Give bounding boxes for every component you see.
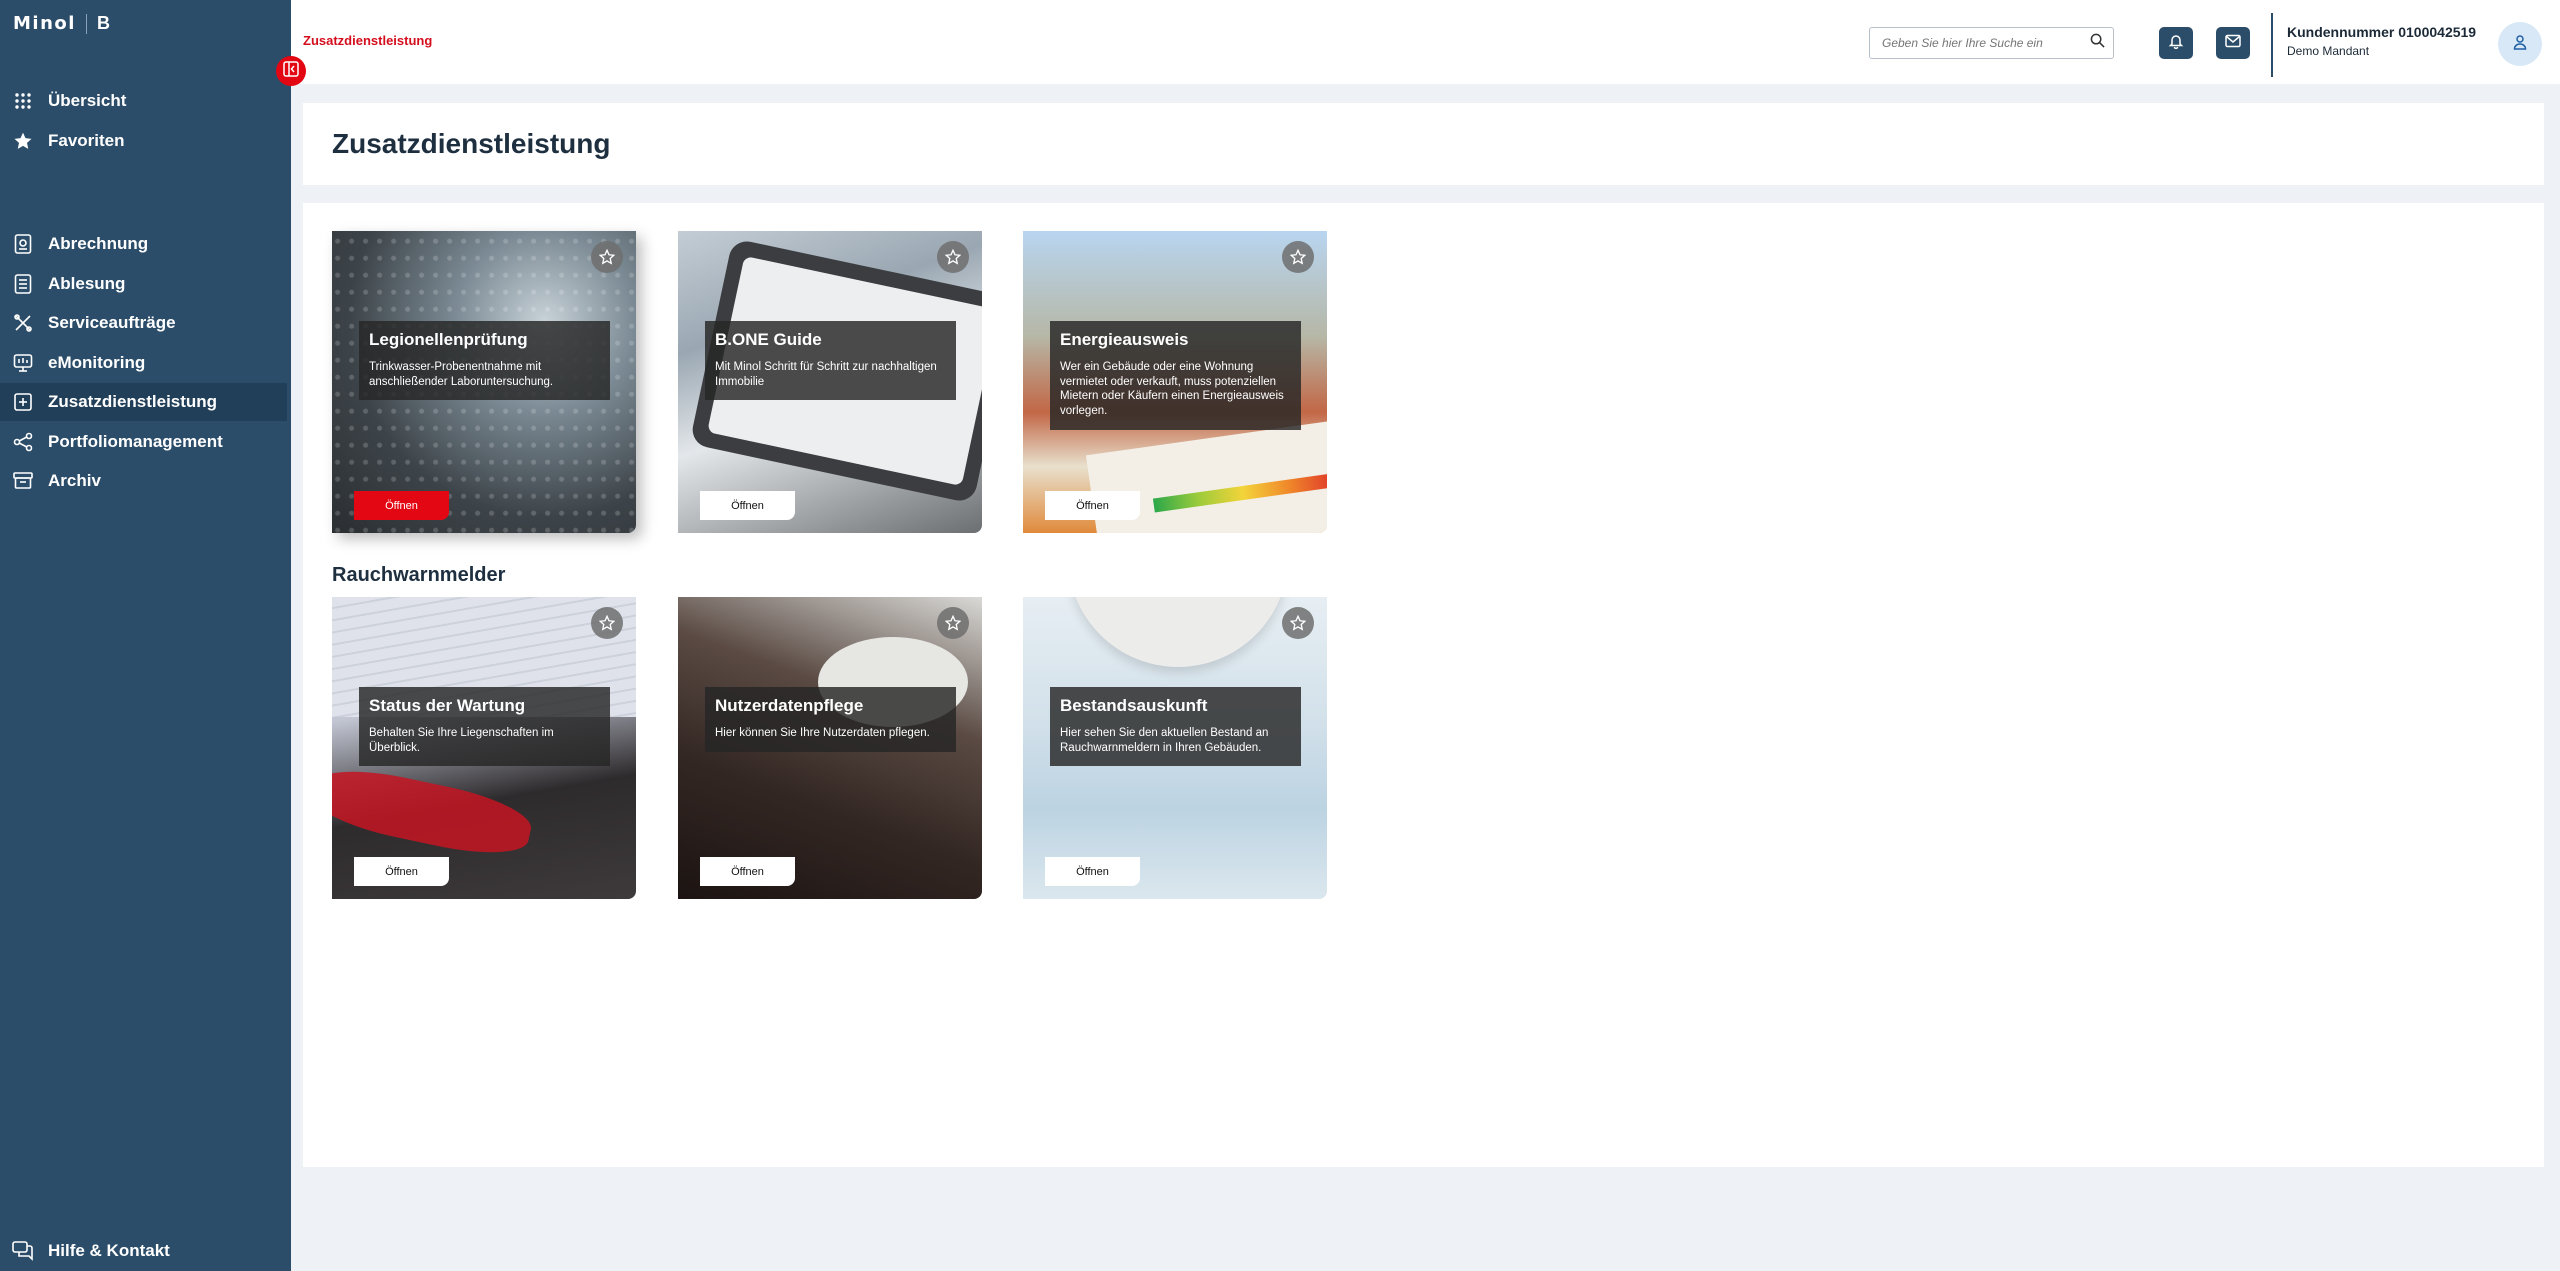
card-title: B.ONE Guide	[715, 330, 822, 349]
logo-text: Minol	[13, 13, 76, 34]
search-icon[interactable]	[2090, 33, 2105, 53]
help-contact-link[interactable]: Hilfe & Kontakt	[0, 1232, 287, 1270]
sidebar-item-label: eMonitoring	[48, 353, 146, 372]
sidebar-item-serviceauftraege[interactable]: Serviceaufträge	[0, 304, 287, 342]
service-card-status-der-wartung[interactable]: Status der Wartung Behalten Sie Ihre Lie…	[332, 597, 636, 899]
user-icon	[2512, 34, 2528, 55]
star-icon	[0, 131, 48, 151]
main-content: Legionellenprüfung Trinkwasser-Probenent…	[303, 203, 2544, 1167]
minol-logo[interactable]: Minol B	[13, 13, 110, 34]
card-text-overlay: Energieausweis Wer ein Gebäude oder eine…	[1050, 321, 1301, 430]
messages-button[interactable]	[2216, 27, 2250, 59]
sidebar-item-portfoliomanagement[interactable]: Portfoliomanagement	[0, 423, 287, 461]
open-button[interactable]: Öffnen	[1045, 857, 1140, 886]
document-icon	[0, 234, 48, 254]
monitor-icon	[0, 353, 48, 373]
service-card-nutzerdatenpflege[interactable]: Nutzerdatenpflege Hier können Sie Ihre N…	[678, 597, 982, 899]
card-image	[1068, 597, 1288, 667]
section-title-rauchwarnmelder: Rauchwarnmelder	[332, 564, 506, 586]
card-title: Legionellenprüfung	[369, 330, 528, 349]
card-title: Status der Wartung	[369, 696, 526, 715]
bell-icon	[2168, 33, 2184, 54]
sidebar-item-label: Archiv	[48, 471, 101, 490]
grid-icon	[0, 92, 48, 110]
card-text-overlay: Status der Wartung Behalten Sie Ihre Lie…	[359, 687, 610, 767]
card-description: Trinkwasser-Probenentnahme mit anschließ…	[369, 361, 554, 388]
favorite-star-icon[interactable]	[1282, 607, 1314, 639]
page-header: Zusatzdienstleistung	[303, 103, 2544, 185]
chat-icon	[0, 1241, 48, 1261]
sidebar-item-label: Zusatzdienstleistung	[48, 392, 218, 411]
meter-icon	[0, 274, 48, 294]
favorite-star-icon[interactable]	[1282, 241, 1314, 273]
card-text-overlay: B.ONE Guide Mit Minol Schritt für Schrit…	[705, 321, 956, 401]
card-text-overlay: Legionellenprüfung Trinkwasser-Probenent…	[359, 321, 610, 401]
sidebar-item-abrechnung[interactable]: Abrechnung	[0, 225, 287, 263]
tools-icon	[0, 313, 48, 333]
favorite-star-icon[interactable]	[591, 607, 623, 639]
card-description: Hier sehen Sie den aktuellen Bestand an …	[1060, 727, 1269, 754]
tenant-name: Demo Mandant	[2287, 44, 2370, 58]
card-text-overlay: Bestandsauskunft Hier sehen Sie den aktu…	[1050, 687, 1301, 767]
archive-icon	[0, 472, 48, 490]
favorite-star-icon[interactable]	[937, 607, 969, 639]
card-title: Energieausweis	[1060, 330, 1189, 349]
service-card-bestandsauskunft[interactable]: Bestandsauskunft Hier sehen Sie den aktu…	[1023, 597, 1327, 899]
service-card-bone-guide[interactable]: B.ONE Guide Mit Minol Schritt für Schrit…	[678, 231, 982, 533]
card-description: Behalten Sie Ihre Liegenschaften im Über…	[369, 727, 554, 754]
open-button[interactable]: Öffnen	[700, 857, 795, 886]
sidebar-item-label: Abrechnung	[48, 234, 149, 253]
sidebar-item-label: Favoriten	[48, 131, 125, 150]
sidebar-item-label: Übersicht	[48, 91, 127, 110]
help-contact-label: Hilfe & Kontakt	[48, 1241, 170, 1260]
sidebar-item-label: Portfoliomanagement	[48, 432, 223, 451]
card-text-overlay: Nutzerdatenpflege Hier können Sie Ihre N…	[705, 687, 956, 752]
card-image-logo	[332, 759, 536, 865]
sidebar-item-favoriten[interactable]: Favoriten	[0, 122, 287, 160]
breadcrumb[interactable]: Zusatzdienstleistung	[303, 33, 432, 48]
favorite-star-icon[interactable]	[937, 241, 969, 273]
card-description: Mit Minol Schritt für Schritt zur nachha…	[715, 361, 937, 388]
customer-info: Kundennummer 0100042519 Demo Mandant	[2287, 24, 2476, 58]
favorite-star-icon[interactable]	[591, 241, 623, 273]
top-bar: Zusatzdienstleistung Kundennummer 010004…	[291, 0, 2560, 84]
sidebar-collapse-icon	[283, 60, 299, 82]
top-bar-divider	[2271, 13, 2273, 77]
service-card-legionellenpruefung[interactable]: Legionellenprüfung Trinkwasser-Probenent…	[332, 231, 636, 533]
logo-suffix: B	[96, 13, 110, 33]
sidebar-item-emonitoring[interactable]: eMonitoring	[0, 344, 287, 382]
sidebar-item-label: Serviceaufträge	[48, 313, 176, 332]
card-title: Nutzerdatenpflege	[715, 696, 864, 715]
open-button[interactable]: Öffnen	[700, 491, 795, 520]
card-description: Wer ein Gebäude oder eine Wohnung vermie…	[1060, 361, 1284, 418]
sidebar-item-label: Ablesung	[48, 274, 126, 293]
logo-divider	[85, 13, 87, 34]
open-button[interactable]: Öffnen	[1045, 491, 1140, 520]
customer-number: Kundennummer 0100042519	[2287, 24, 2477, 40]
notifications-button[interactable]	[2159, 27, 2193, 59]
page-title: Zusatzdienstleistung	[332, 128, 611, 159]
card-title: Bestandsauskunft	[1060, 696, 1208, 715]
sidebar-item-zusatzdienstleistung[interactable]: Zusatzdienstleistung	[0, 383, 287, 421]
plus-square-icon	[0, 393, 48, 411]
sidebar-item-uebersicht[interactable]: Übersicht	[0, 82, 287, 120]
sidebar-collapse-button[interactable]	[276, 56, 306, 86]
open-button[interactable]: Öffnen	[354, 491, 449, 520]
sidebar: Minol B Übersicht Favoriten Abrechnung A…	[0, 0, 291, 1271]
service-card-energieausweis[interactable]: Energieausweis Wer ein Gebäude oder eine…	[1023, 231, 1327, 533]
open-button[interactable]: Öffnen	[354, 857, 449, 886]
mail-icon	[2225, 34, 2241, 53]
share-icon	[0, 432, 48, 452]
search-input[interactable]	[1882, 36, 2090, 50]
sidebar-item-ablesung[interactable]: Ablesung	[0, 265, 287, 303]
sidebar-item-archiv[interactable]: Archiv	[0, 462, 287, 500]
user-avatar[interactable]	[2498, 22, 2542, 66]
card-description: Hier können Sie Ihre Nutzerdaten pflegen…	[715, 727, 930, 739]
search-box[interactable]	[1869, 27, 2114, 59]
